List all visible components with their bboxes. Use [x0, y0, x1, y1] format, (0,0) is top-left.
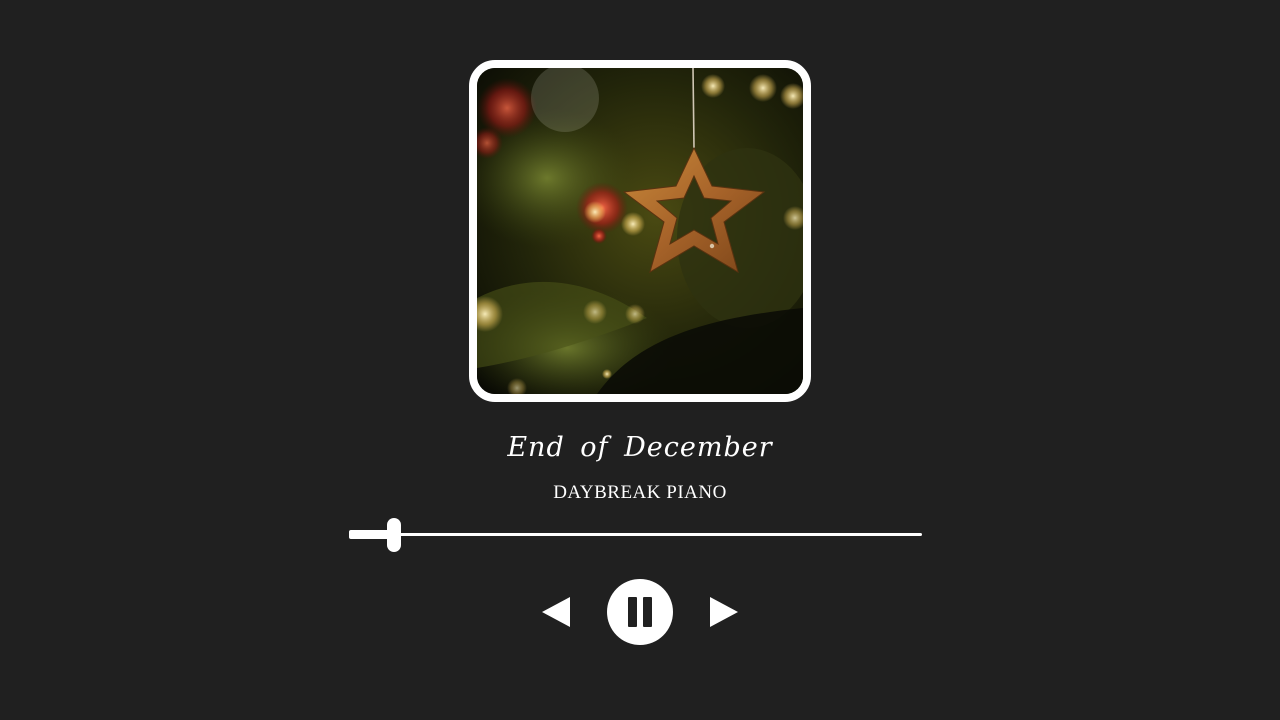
track-artist: DAYBREAK PIANO	[553, 482, 727, 503]
previous-triangle-icon	[542, 597, 570, 627]
next-button[interactable]	[706, 592, 742, 632]
pause-icon	[628, 597, 652, 627]
album-artwork	[469, 60, 811, 402]
progress-track[interactable]	[349, 533, 922, 536]
previous-button[interactable]	[538, 592, 574, 632]
playback-controls	[0, 578, 1280, 646]
progress-slider[interactable]	[349, 518, 922, 552]
music-player: End of December DAYBREAK PIANO	[0, 0, 1280, 720]
pause-button[interactable]	[607, 579, 673, 645]
progress-handle[interactable]	[387, 518, 401, 552]
star-ornament-artwork	[477, 68, 803, 394]
next-triangle-icon	[710, 597, 738, 627]
track-title: End of December	[507, 432, 773, 463]
